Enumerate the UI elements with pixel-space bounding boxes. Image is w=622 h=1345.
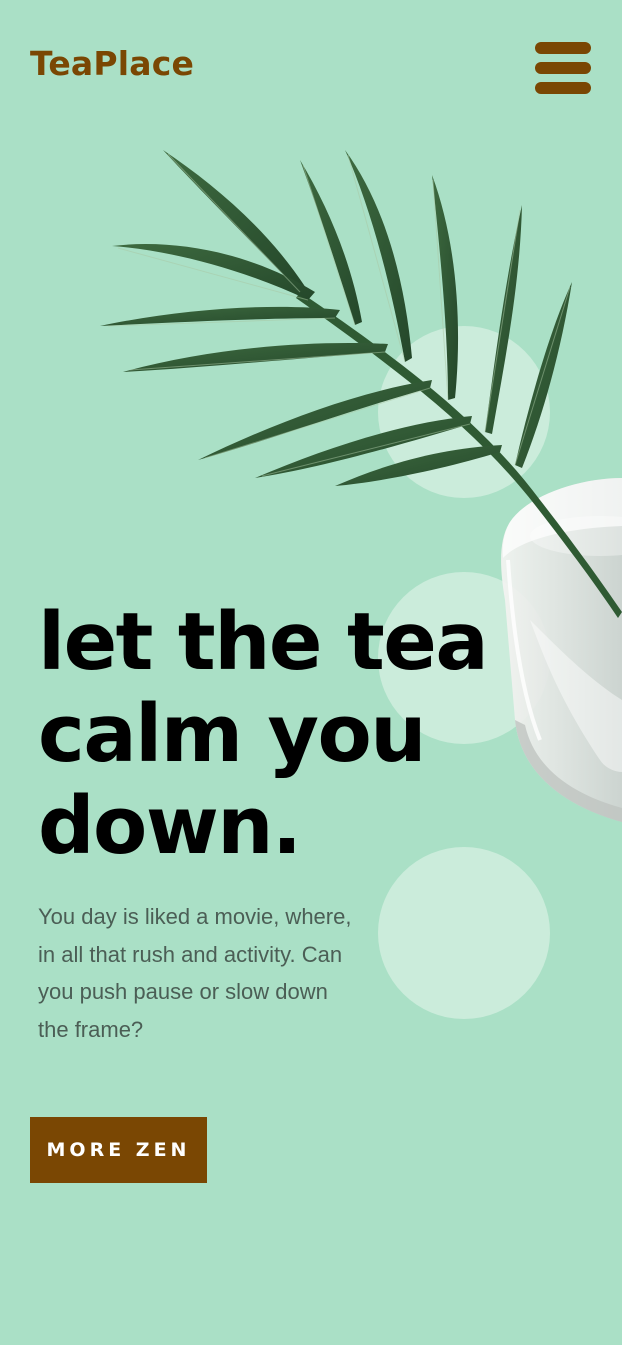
headline-line-1: let the tea — [38, 596, 489, 688]
description-line-4: the frame? — [38, 1016, 144, 1042]
hero-headline: let the tea calm you down. — [38, 596, 598, 872]
headline-line-3: down. — [38, 780, 302, 872]
headline-line-2: calm you — [38, 688, 427, 780]
decor-circle-top — [378, 326, 550, 498]
menu-bar-bottom — [535, 82, 591, 94]
brand-logo[interactable]: TeaPlace — [30, 44, 194, 83]
landing-page: TeaPlace let the tea calm you down. You … — [0, 0, 622, 1345]
menu-bar-top — [535, 42, 591, 54]
description-line-3: you push pause or slow down — [38, 979, 328, 1004]
description-line-2: in all that rush and activity. Can — [38, 941, 343, 967]
description-line-1: You day is liked a movie, where, — [38, 904, 352, 929]
more-zen-button[interactable]: MORE ZEN — [30, 1117, 207, 1183]
hamburger-menu-icon[interactable] — [535, 42, 591, 94]
menu-bar-middle — [535, 62, 591, 74]
hero-description: You day is liked a movie, where, in all … — [38, 898, 438, 1048]
